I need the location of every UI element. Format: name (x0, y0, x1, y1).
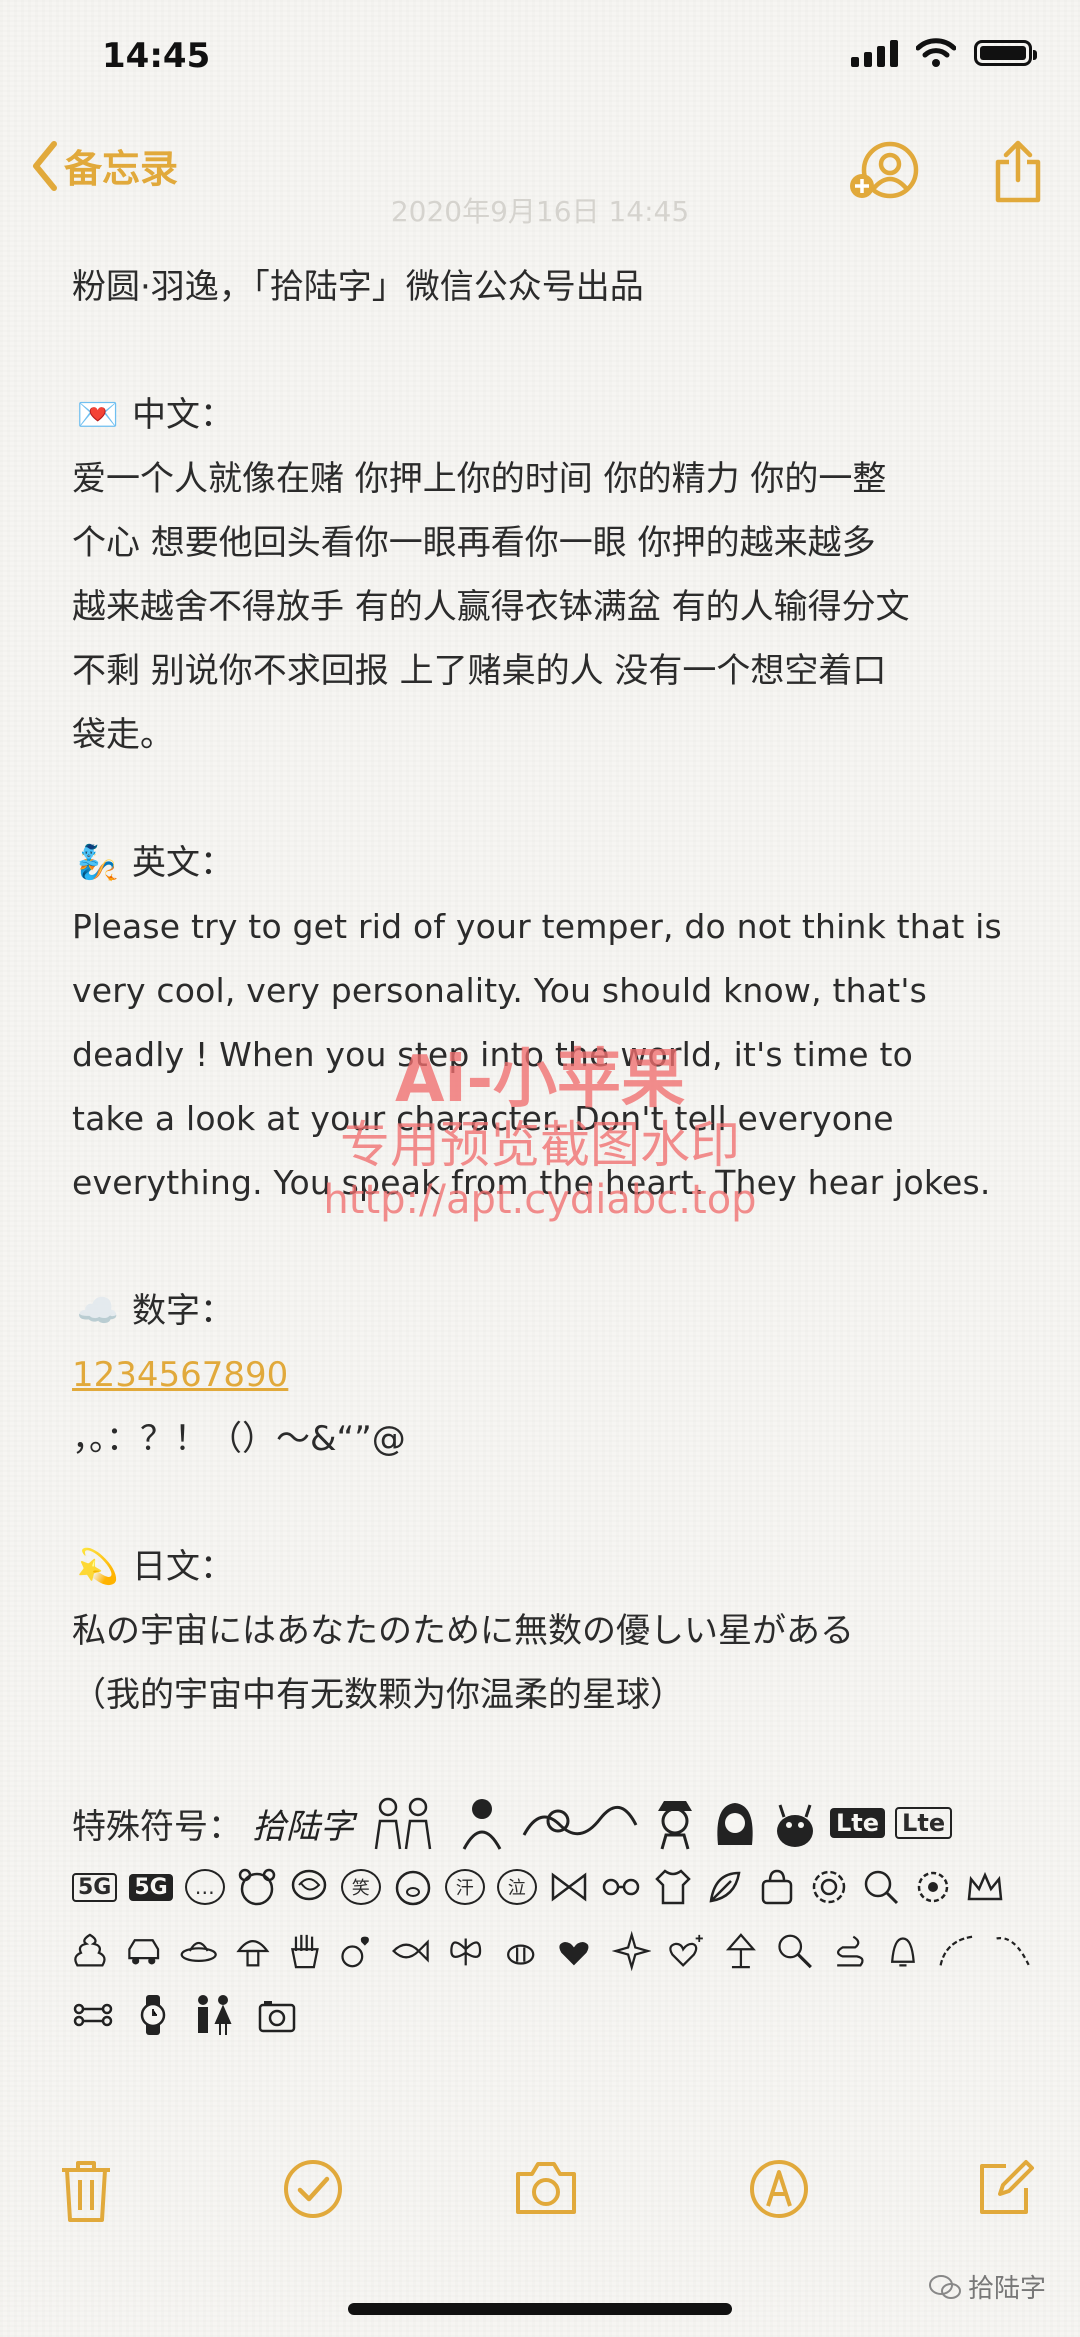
checklist-icon[interactable] (282, 2158, 344, 2220)
home-indicator[interactable] (348, 2303, 732, 2315)
bow-icon (551, 1872, 586, 1902)
chinese-line: 越来越舍不得放手 有的人赢得衣钵满盆 有的人输得分文 (72, 587, 910, 627)
sweat-bubble-icon: 汗 (444, 1869, 485, 1905)
english-line: deadly ! When you step into the world, i… (72, 1035, 914, 1074)
english-heading: 🧞 英文： (72, 831, 1032, 895)
genie-icon: 🧞 (76, 843, 120, 883)
digits-link[interactable]: 1234567890 (72, 1343, 1032, 1407)
bag-icon (761, 1869, 792, 1905)
punctuation-line: ，。：？！（）～&“”@ (72, 1419, 406, 1459)
status-time: 14:45 (102, 36, 211, 76)
gear-flower-icon (917, 1871, 948, 1903)
magnifier-icon (864, 1870, 898, 1905)
mushroom-icon (236, 1940, 270, 1967)
fries-icon (290, 1934, 319, 1969)
bone-icon (73, 2003, 113, 2027)
cry-bubble-icon: 泣 (496, 1869, 537, 1905)
car-icon (128, 1939, 159, 1965)
lte-badge: Lte (830, 1808, 886, 1838)
markup-pen-icon[interactable] (748, 2158, 810, 2220)
scribble-bubble-icon (291, 1869, 326, 1901)
heart-ring-icon (341, 1936, 370, 1968)
english-line: very cool, very personality. You should … (72, 971, 927, 1010)
wechat-icon (928, 2274, 961, 2299)
status-icons (851, 38, 1037, 68)
shirt-icon (654, 1869, 691, 1905)
note-body[interactable]: 粉圆·羽逸，「拾陆字」微信公众号出品 💌 中文： 爱一个人就像在赌 你押上你的时… (72, 255, 1032, 2047)
english-line: take a look at your character. Don't tel… (72, 1099, 894, 1138)
credit-line: 粉圆·羽逸，「拾陆字」微信公众号出品 (72, 267, 644, 307)
chevron-left-icon (33, 140, 57, 191)
battery-icon (974, 40, 1037, 66)
dragon-icon (522, 1806, 638, 1836)
credit-label: 拾陆字 (967, 2274, 1046, 2304)
totoro-icon (777, 1804, 813, 1847)
flower-icon (812, 1870, 845, 1904)
chinese-line: 个心 想要他回头看你一眼再看你一眼 你押的越来越多 (72, 523, 876, 563)
japanese-line: （我的宇宙中有无数颗为你温柔的星球） (72, 1675, 684, 1715)
dizzy-icon: 💫 (76, 1547, 120, 1587)
5g-badge: 5G (129, 1873, 173, 1901)
special-heading: 特殊符号： (72, 1806, 242, 1847)
back-button[interactable]: 备忘录 (30, 138, 178, 193)
snake-icon (836, 1935, 864, 1967)
watch-icon (140, 1995, 166, 2035)
chinese-line: 袋走。 (72, 715, 174, 755)
brand-script: 拾陆字 (252, 1806, 354, 1847)
english-line: Please try to get rid of your temper, do… (72, 907, 1002, 946)
tree-icon (725, 1933, 756, 1969)
butterfly-icon (449, 1938, 481, 1966)
feather-icon (709, 1871, 741, 1903)
special-symbols-row (72, 1919, 1032, 1983)
5g-outline-badge: 5G (72, 1872, 118, 1902)
boy-hat-icon (658, 1801, 692, 1850)
bell-icon (891, 1937, 916, 1967)
restroom-icon (198, 1995, 232, 2035)
numbers-heading: ☁️ 数字： (72, 1279, 1032, 1343)
japanese-line: 私の宇宙にはあなたのために無数の優しい星がある (72, 1611, 854, 1651)
chinese-line: 不剩 别说你不求回报 上了赌桌的人 没有一个想空着口 (72, 651, 887, 691)
poop-icon (74, 1933, 106, 1967)
chinese-line: 爱一个人就像在赌 你押上你的时间 你的精力 你的一整 (72, 459, 887, 499)
girl-icon (462, 1799, 502, 1850)
wechat-credit: 拾陆字 (928, 2268, 1046, 2305)
sparkle-icon (611, 1930, 652, 1972)
fish-icon (392, 1939, 429, 1963)
special-symbols-row: 5G 5G … 笑 汗 泣 (72, 1855, 1032, 1919)
camera-icon[interactable] (512, 2158, 580, 2218)
laugh-bubble-icon: 笑 (340, 1869, 381, 1905)
bear-face-icon (238, 1868, 275, 1906)
ufo-icon (180, 1941, 218, 1962)
back-label: 备忘录 (64, 147, 179, 191)
japanese-heading: 💫 日文： (72, 1535, 1032, 1599)
pig-face-icon (395, 1870, 430, 1906)
special-symbols-row: 特殊符号： 拾陆字 Lte Lte (72, 1791, 1032, 1855)
wifi-icon (916, 38, 956, 67)
trash-icon[interactable] (58, 2158, 114, 2224)
crown-icon (967, 1871, 1003, 1901)
glasses-icon (602, 1878, 639, 1896)
bee-icon (507, 1944, 535, 1965)
racket-icon (777, 1934, 812, 1969)
couple-icon (374, 1797, 432, 1850)
special-symbols-row (72, 1983, 1032, 2047)
hearts-icon (559, 1942, 589, 1966)
english-line: everything. You speak from the heart. Th… (72, 1163, 991, 1202)
chain-icon (995, 1936, 1030, 1966)
speech-bubble-icon: … (184, 1869, 225, 1905)
note-date: 2020年9月16日 14:45 (390, 195, 690, 228)
cellular-signal-icon (851, 39, 898, 67)
anime-girl-icon (717, 1803, 753, 1845)
chinese-heading: 💌 中文： (72, 383, 1032, 447)
cloud-icon: ☁️ (76, 1291, 120, 1331)
vine-icon (939, 1935, 974, 1966)
love-letter-icon: 💌 (76, 395, 120, 435)
camera-small-icon (258, 2001, 296, 2033)
sparkle-heart-icon (669, 1934, 704, 1967)
compose-icon[interactable] (976, 2158, 1036, 2218)
lte-outline-badge: Lte (895, 1807, 953, 1839)
